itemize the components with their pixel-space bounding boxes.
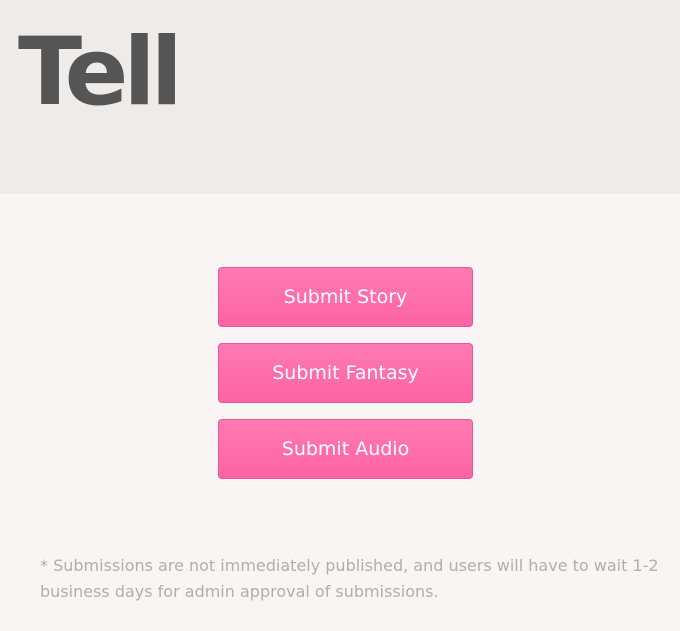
- submit-audio-button[interactable]: Submit Audio: [218, 419, 473, 479]
- app-logo[interactable]: Tell: [18, 26, 183, 120]
- page-header: Tell: [0, 0, 680, 194]
- submission-disclaimer: * Submissions are not immediately publis…: [40, 556, 659, 601]
- submit-story-button[interactable]: Submit Story: [218, 267, 473, 327]
- submit-fantasy-button[interactable]: Submit Fantasy: [218, 343, 473, 403]
